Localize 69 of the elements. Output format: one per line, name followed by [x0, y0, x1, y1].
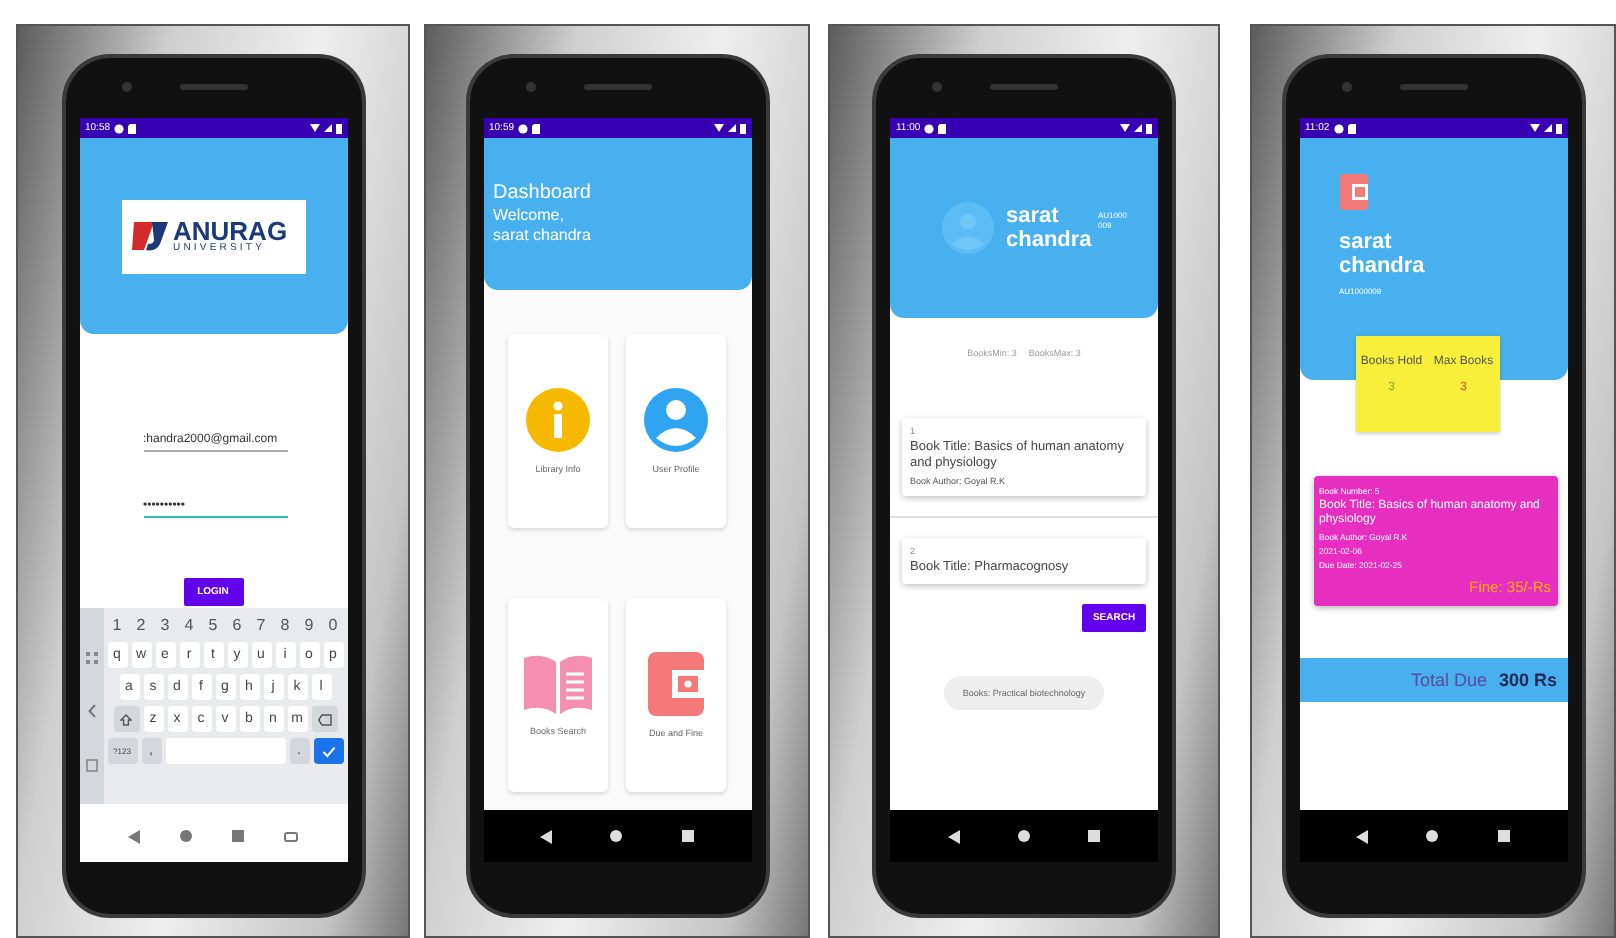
home-icon[interactable]	[1426, 830, 1439, 842]
battery-icon	[335, 123, 341, 133]
recents-icon[interactable]	[681, 830, 694, 842]
total-due-label: Total Due	[1410, 670, 1487, 691]
info-icon	[526, 388, 590, 452]
notification-icon	[114, 123, 125, 133]
sd-card-icon	[128, 123, 137, 133]
total-due-value: 300 Rs	[1498, 670, 1557, 691]
wifi-icon	[1529, 124, 1539, 132]
notification-icon	[518, 123, 529, 133]
avatar-icon	[942, 202, 994, 254]
signal-icon	[323, 124, 331, 132]
signal-icon	[727, 124, 735, 132]
phone-camera	[932, 82, 942, 92]
notification-icon	[1333, 123, 1344, 133]
keyboard-key[interactable]: 6	[227, 614, 247, 636]
wifi-icon	[309, 124, 319, 132]
keyboard-key[interactable]: 9	[299, 614, 319, 636]
signal-icon	[1543, 124, 1551, 132]
back-icon[interactable]	[1356, 829, 1369, 843]
chevron-left-icon[interactable]	[87, 704, 95, 718]
phone-camera	[525, 82, 535, 92]
wallet-icon	[648, 651, 704, 715]
phone-speaker	[583, 84, 651, 90]
back-icon[interactable]	[540, 829, 553, 843]
wifi-icon	[713, 124, 723, 132]
wallet-icon	[1339, 174, 1367, 210]
wifi-icon	[1120, 124, 1130, 132]
phone-camera	[1341, 82, 1351, 92]
recents-icon[interactable]	[1088, 830, 1101, 842]
check-icon	[321, 745, 335, 757]
battery-icon	[1555, 123, 1561, 133]
recents-icon[interactable]	[1497, 830, 1510, 842]
dashboard-title: Dashboard	[493, 182, 593, 204]
back-icon[interactable]	[947, 829, 960, 843]
phone-camera	[121, 82, 131, 92]
keyboard-key[interactable]: 3	[155, 614, 175, 636]
keyboard-key[interactable]: 1	[107, 614, 127, 636]
welcome-text: Welcome,	[493, 206, 566, 224]
user-name: sarat chandra	[493, 226, 593, 244]
sd-card-icon	[938, 123, 947, 133]
sd-card-icon	[532, 123, 541, 133]
battery-icon	[739, 123, 745, 133]
home-icon[interactable]	[610, 830, 623, 842]
phone-speaker	[990, 84, 1058, 90]
shift-key[interactable]	[113, 706, 139, 732]
home-icon[interactable]	[1017, 830, 1030, 842]
keyboard-key[interactable]: 5	[203, 614, 223, 636]
logo-mark-icon	[131, 218, 167, 254]
phone-speaker	[179, 84, 247, 90]
open-book-icon	[524, 653, 592, 713]
clipboard-icon[interactable]	[85, 758, 97, 772]
enter-key[interactable]	[313, 738, 343, 764]
battery-icon	[1146, 123, 1152, 133]
sd-card-icon	[1347, 123, 1356, 133]
keyboard-key[interactable]: 4	[179, 614, 199, 636]
shift-icon	[120, 713, 132, 725]
keyboard-key[interactable]: 8	[275, 614, 295, 636]
logo-name: ANURAG	[173, 218, 288, 244]
notification-icon	[924, 123, 935, 133]
backspace-icon	[317, 713, 331, 725]
keyboard-key[interactable]: 2	[131, 614, 151, 636]
user-profile-icon	[644, 388, 708, 452]
keyboard-key[interactable]: 0	[323, 614, 343, 636]
keyboard-icon[interactable]	[284, 831, 299, 841]
keyboard-key[interactable]: 7	[251, 614, 271, 636]
signal-icon	[1134, 124, 1142, 132]
backspace-key[interactable]	[311, 706, 337, 732]
phone-speaker	[1399, 84, 1467, 90]
